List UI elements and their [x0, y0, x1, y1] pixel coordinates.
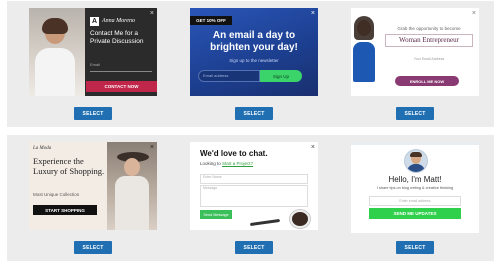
- template-card-6: Hello, I'm Matt! I share tips on blog wr…: [329, 135, 494, 261]
- popup-subtext: I share tips on blog writing & creative …: [376, 186, 454, 190]
- discount-badge: GET 10% OFF: [190, 16, 232, 25]
- popup-heading: Contact Me for a Private Discussion: [90, 30, 144, 45]
- contact-now-button[interactable]: CONTACT NOW: [86, 81, 157, 92]
- author-name: Anna Moreno: [102, 18, 135, 24]
- pen-illustration: [249, 218, 281, 227]
- template-card-4: La Moda Experience the Luxury of Shoppin…: [7, 135, 172, 261]
- popup-preview-shopping: La Moda Experience the Luxury of Shoppin…: [29, 142, 157, 230]
- close-icon[interactable]: ×: [311, 144, 315, 151]
- template-card-1: A Anna Moreno Contact Me for a Private D…: [7, 1, 172, 127]
- email-input[interactable]: Email address: [198, 70, 260, 82]
- popup-heading: An email a day to brighten your day!: [210, 30, 298, 53]
- start-shopping-button[interactable]: START SHOPPING: [33, 205, 97, 215]
- brand-mark: La Moda: [33, 146, 52, 151]
- select-button-6[interactable]: SELECT: [396, 241, 434, 254]
- popup-intro: Grab the opportunity to become: [397, 26, 461, 31]
- popup-preview-contact: A Anna Moreno Contact Me for a Private D…: [29, 8, 157, 96]
- select-button-2[interactable]: SELECT: [235, 107, 273, 120]
- message-field[interactable]: Message: [200, 185, 308, 207]
- close-icon[interactable]: ×: [150, 144, 154, 151]
- template-card-3: Grab the opportunity to become Woman Ent…: [329, 1, 494, 127]
- popup-preview-chat: We'd love to chat. Looking to Start a Pr…: [190, 142, 318, 230]
- sign-up-button[interactable]: Sign Up: [260, 70, 302, 82]
- email-field[interactable]: Email: [90, 62, 152, 72]
- popup-heading: We'd love to chat.: [200, 149, 268, 158]
- popup-subtext: Most Unique Collection: [33, 192, 80, 197]
- popup-heading: Experience the Luxury of Shopping.: [33, 156, 105, 176]
- email-input[interactable]: Enter email address: [369, 196, 461, 206]
- popup-subtext: Sign up to the newsletter: [229, 58, 279, 63]
- popup-heading: Hello, I'm Matt!: [388, 175, 442, 184]
- popup-preview-newsletter: GET 10% OFF An email a day to brighten y…: [190, 8, 318, 96]
- select-button-4[interactable]: SELECT: [74, 241, 112, 254]
- close-icon[interactable]: ×: [150, 10, 154, 17]
- close-icon[interactable]: ×: [311, 10, 315, 17]
- start-project-link[interactable]: Start a Project?: [222, 161, 253, 166]
- template-card-2: GET 10% OFF An email a day to brighten y…: [168, 1, 333, 127]
- looking-line: Looking to Start a Project?: [200, 161, 253, 166]
- select-button-5[interactable]: SELECT: [235, 241, 273, 254]
- coffee-cup-illustration: [290, 210, 310, 228]
- fashion-photo: [107, 142, 157, 230]
- popup-preview-enroll: Grab the opportunity to become Woman Ent…: [351, 8, 479, 96]
- enroll-button[interactable]: ENROLL ME NOW: [395, 76, 459, 86]
- send-updates-button[interactable]: SEND ME UPDATES: [369, 208, 461, 219]
- select-button-1[interactable]: SELECT: [74, 107, 112, 120]
- select-button-3[interactable]: SELECT: [396, 107, 434, 120]
- template-card-5: We'd love to chat. Looking to Start a Pr…: [168, 135, 333, 261]
- portrait-photo: [29, 8, 85, 96]
- logo-mark: A: [90, 17, 99, 26]
- avatar: [404, 149, 428, 173]
- looking-text: Looking to: [200, 161, 221, 166]
- model-photo: [351, 14, 377, 96]
- close-icon[interactable]: ×: [472, 10, 476, 17]
- email-input[interactable]: Your Email Address: [389, 57, 469, 61]
- popup-title: Woman Entrepreneur: [385, 34, 473, 47]
- popup-preview-updates: Hello, I'm Matt! I share tips on blog wr…: [351, 142, 479, 233]
- send-message-button[interactable]: Send Message: [200, 210, 232, 219]
- name-field[interactable]: Enter Name: [200, 174, 308, 184]
